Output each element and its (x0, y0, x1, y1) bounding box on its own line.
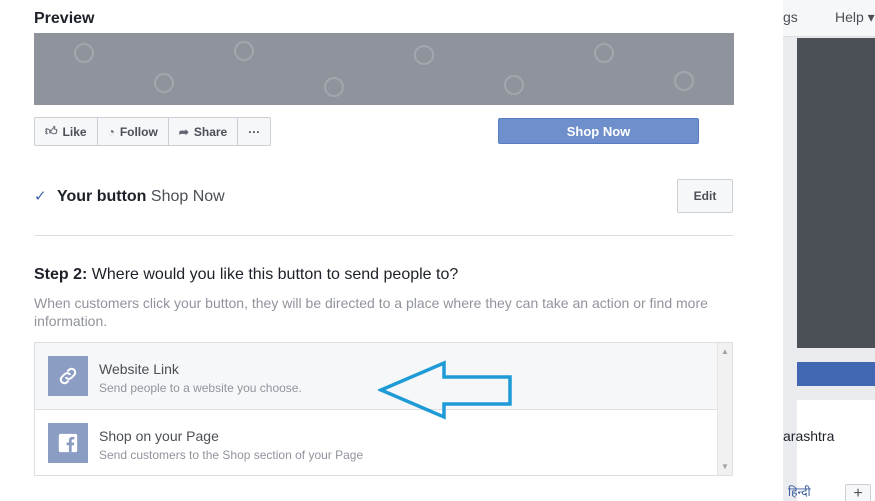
background-page: gs Help ▾ arashtra हिन्दी + (783, 0, 875, 501)
location-text: arashtra (783, 428, 835, 444)
link-icon (48, 356, 88, 396)
language-link[interactable]: हिन्दी (788, 483, 811, 500)
page-actions-bar: 👍︎ Like ◔ Follow ➦ Share ··· (34, 117, 272, 146)
option-shop-on-page[interactable]: Shop on your Page Send customers to the … (35, 410, 717, 475)
shop-now-preview-button[interactable]: Shop Now (498, 118, 699, 144)
background-top-nav: gs Help ▾ (783, 0, 875, 37)
nav-settings-link[interactable]: gs (783, 9, 798, 25)
section-divider (34, 235, 734, 236)
facebook-icon (48, 423, 88, 463)
cover-photo-preview (34, 33, 734, 105)
option-title: Shop on your Page (99, 428, 219, 444)
more-button[interactable]: ··· (238, 118, 270, 145)
add-button-dialog: Preview 👍︎ Like ◔ Follow ➦ Share ··· Sho… (0, 0, 783, 501)
list-scrollbar[interactable]: ▲ ▼ (717, 343, 732, 475)
rss-icon: ◔ (107, 124, 115, 139)
like-button[interactable]: 👍︎ Like (35, 118, 98, 145)
step2-description: When customers click your button, they w… (34, 295, 708, 329)
step2-label: Step 2: (34, 266, 88, 283)
share-arrow-icon: ➦ (178, 124, 189, 139)
edit-button[interactable]: Edit (677, 179, 733, 213)
your-button-label: Your button (57, 188, 147, 205)
option-subtitle: Send customers to the Shop section of yo… (99, 448, 364, 462)
selected-button-summary: Your button Shop Now (57, 188, 225, 206)
scroll-down-icon[interactable]: ▼ (721, 462, 729, 471)
option-subtitle: Send people to a website you choose. (99, 381, 302, 395)
option-website-link[interactable]: Website Link Send people to a website yo… (35, 343, 717, 410)
step2-heading: Step 2: Where would you like this button… (34, 266, 458, 284)
nav-help-link[interactable]: Help ▾ (835, 9, 875, 26)
scroll-up-icon[interactable]: ▲ (721, 347, 729, 356)
annotation-arrow-icon (378, 360, 512, 420)
share-button[interactable]: ➦ Share (169, 118, 239, 145)
step2-question: Where would you like this button to send… (91, 266, 459, 283)
follow-button[interactable]: ◔ Follow (98, 118, 169, 145)
background-cover-image (797, 38, 875, 348)
option-title: Website Link (99, 361, 179, 377)
add-language-button[interactable]: + (845, 484, 871, 501)
preview-title: Preview (34, 10, 95, 27)
background-blue-bar (797, 362, 875, 386)
thumbs-up-icon: 👍︎ (45, 124, 58, 138)
checkmark-icon: ✓ (34, 188, 47, 205)
your-button-value: Shop Now (150, 188, 225, 205)
more-icon: ··· (248, 124, 261, 139)
